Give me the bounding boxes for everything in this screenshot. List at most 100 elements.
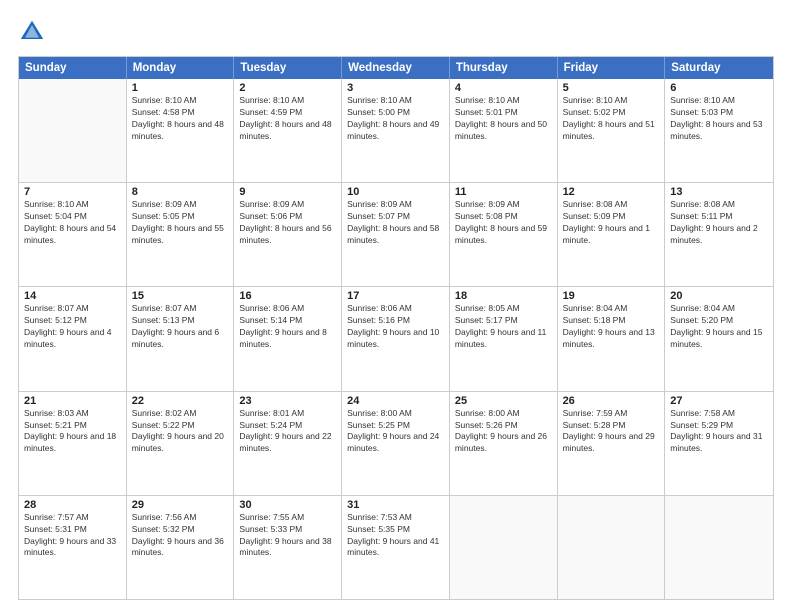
calendar-cell: 5Sunrise: 8:10 AM Sunset: 5:02 PM Daylig… bbox=[558, 79, 666, 182]
day-info: Sunrise: 7:57 AM Sunset: 5:31 PM Dayligh… bbox=[24, 512, 121, 560]
day-info: Sunrise: 7:56 AM Sunset: 5:32 PM Dayligh… bbox=[132, 512, 229, 560]
day-info: Sunrise: 7:55 AM Sunset: 5:33 PM Dayligh… bbox=[239, 512, 336, 560]
day-number: 21 bbox=[24, 395, 121, 407]
day-info: Sunrise: 8:06 AM Sunset: 5:16 PM Dayligh… bbox=[347, 303, 444, 351]
day-number: 18 bbox=[455, 290, 552, 302]
calendar-cell: 26Sunrise: 7:59 AM Sunset: 5:28 PM Dayli… bbox=[558, 392, 666, 495]
calendar-cell: 17Sunrise: 8:06 AM Sunset: 5:16 PM Dayli… bbox=[342, 287, 450, 390]
logo bbox=[18, 18, 50, 46]
calendar-cell: 20Sunrise: 8:04 AM Sunset: 5:20 PM Dayli… bbox=[665, 287, 773, 390]
day-number: 31 bbox=[347, 499, 444, 511]
calendar-cell: 8Sunrise: 8:09 AM Sunset: 5:05 PM Daylig… bbox=[127, 183, 235, 286]
day-number: 16 bbox=[239, 290, 336, 302]
weekday-header: Monday bbox=[127, 57, 235, 79]
calendar-cell: 24Sunrise: 8:00 AM Sunset: 5:25 PM Dayli… bbox=[342, 392, 450, 495]
day-info: Sunrise: 8:03 AM Sunset: 5:21 PM Dayligh… bbox=[24, 408, 121, 456]
day-number: 17 bbox=[347, 290, 444, 302]
day-info: Sunrise: 8:10 AM Sunset: 5:04 PM Dayligh… bbox=[24, 199, 121, 247]
calendar-cell: 21Sunrise: 8:03 AM Sunset: 5:21 PM Dayli… bbox=[19, 392, 127, 495]
calendar-cell: 12Sunrise: 8:08 AM Sunset: 5:09 PM Dayli… bbox=[558, 183, 666, 286]
calendar-cell: 2Sunrise: 8:10 AM Sunset: 4:59 PM Daylig… bbox=[234, 79, 342, 182]
day-info: Sunrise: 8:09 AM Sunset: 5:08 PM Dayligh… bbox=[455, 199, 552, 247]
day-number: 28 bbox=[24, 499, 121, 511]
calendar-cell: 16Sunrise: 8:06 AM Sunset: 5:14 PM Dayli… bbox=[234, 287, 342, 390]
day-number: 29 bbox=[132, 499, 229, 511]
calendar-cell: 14Sunrise: 8:07 AM Sunset: 5:12 PM Dayli… bbox=[19, 287, 127, 390]
day-info: Sunrise: 8:04 AM Sunset: 5:18 PM Dayligh… bbox=[563, 303, 660, 351]
weekday-header: Thursday bbox=[450, 57, 558, 79]
calendar-cell: 1Sunrise: 8:10 AM Sunset: 4:58 PM Daylig… bbox=[127, 79, 235, 182]
calendar-header: SundayMondayTuesdayWednesdayThursdayFrid… bbox=[19, 57, 773, 79]
calendar-cell: 23Sunrise: 8:01 AM Sunset: 5:24 PM Dayli… bbox=[234, 392, 342, 495]
calendar-cell: 29Sunrise: 7:56 AM Sunset: 5:32 PM Dayli… bbox=[127, 496, 235, 599]
weekday-header: Sunday bbox=[19, 57, 127, 79]
day-number: 1 bbox=[132, 82, 229, 94]
calendar-cell: 30Sunrise: 7:55 AM Sunset: 5:33 PM Dayli… bbox=[234, 496, 342, 599]
day-number: 11 bbox=[455, 186, 552, 198]
header bbox=[18, 18, 774, 46]
calendar-cell bbox=[450, 496, 558, 599]
day-info: Sunrise: 8:00 AM Sunset: 5:25 PM Dayligh… bbox=[347, 408, 444, 456]
day-info: Sunrise: 8:10 AM Sunset: 5:00 PM Dayligh… bbox=[347, 95, 444, 143]
logo-icon bbox=[18, 18, 46, 46]
weekday-header: Saturday bbox=[665, 57, 773, 79]
calendar-cell: 9Sunrise: 8:09 AM Sunset: 5:06 PM Daylig… bbox=[234, 183, 342, 286]
calendar-cell: 3Sunrise: 8:10 AM Sunset: 5:00 PM Daylig… bbox=[342, 79, 450, 182]
day-info: Sunrise: 7:59 AM Sunset: 5:28 PM Dayligh… bbox=[563, 408, 660, 456]
day-info: Sunrise: 8:04 AM Sunset: 5:20 PM Dayligh… bbox=[670, 303, 768, 351]
day-number: 13 bbox=[670, 186, 768, 198]
calendar-cell bbox=[665, 496, 773, 599]
day-number: 20 bbox=[670, 290, 768, 302]
day-info: Sunrise: 8:01 AM Sunset: 5:24 PM Dayligh… bbox=[239, 408, 336, 456]
calendar-cell: 25Sunrise: 8:00 AM Sunset: 5:26 PM Dayli… bbox=[450, 392, 558, 495]
day-info: Sunrise: 8:08 AM Sunset: 5:11 PM Dayligh… bbox=[670, 199, 768, 247]
day-info: Sunrise: 8:07 AM Sunset: 5:12 PM Dayligh… bbox=[24, 303, 121, 351]
day-number: 15 bbox=[132, 290, 229, 302]
day-info: Sunrise: 8:10 AM Sunset: 5:03 PM Dayligh… bbox=[670, 95, 768, 143]
calendar-cell: 15Sunrise: 8:07 AM Sunset: 5:13 PM Dayli… bbox=[127, 287, 235, 390]
day-info: Sunrise: 7:53 AM Sunset: 5:35 PM Dayligh… bbox=[347, 512, 444, 560]
day-info: Sunrise: 8:09 AM Sunset: 5:06 PM Dayligh… bbox=[239, 199, 336, 247]
weekday-header: Tuesday bbox=[234, 57, 342, 79]
day-number: 3 bbox=[347, 82, 444, 94]
calendar-cell: 7Sunrise: 8:10 AM Sunset: 5:04 PM Daylig… bbox=[19, 183, 127, 286]
day-info: Sunrise: 8:10 AM Sunset: 5:02 PM Dayligh… bbox=[563, 95, 660, 143]
day-info: Sunrise: 8:08 AM Sunset: 5:09 PM Dayligh… bbox=[563, 199, 660, 247]
day-info: Sunrise: 8:05 AM Sunset: 5:17 PM Dayligh… bbox=[455, 303, 552, 351]
day-number: 25 bbox=[455, 395, 552, 407]
day-number: 27 bbox=[670, 395, 768, 407]
calendar-row: 21Sunrise: 8:03 AM Sunset: 5:21 PM Dayli… bbox=[19, 391, 773, 495]
calendar-row: 14Sunrise: 8:07 AM Sunset: 5:12 PM Dayli… bbox=[19, 286, 773, 390]
calendar: SundayMondayTuesdayWednesdayThursdayFrid… bbox=[18, 56, 774, 600]
calendar-cell: 13Sunrise: 8:08 AM Sunset: 5:11 PM Dayli… bbox=[665, 183, 773, 286]
day-number: 24 bbox=[347, 395, 444, 407]
calendar-row: 28Sunrise: 7:57 AM Sunset: 5:31 PM Dayli… bbox=[19, 495, 773, 599]
day-info: Sunrise: 8:10 AM Sunset: 4:58 PM Dayligh… bbox=[132, 95, 229, 143]
page: SundayMondayTuesdayWednesdayThursdayFrid… bbox=[0, 0, 792, 612]
day-number: 7 bbox=[24, 186, 121, 198]
calendar-cell: 28Sunrise: 7:57 AM Sunset: 5:31 PM Dayli… bbox=[19, 496, 127, 599]
calendar-row: 1Sunrise: 8:10 AM Sunset: 4:58 PM Daylig… bbox=[19, 79, 773, 182]
day-number: 26 bbox=[563, 395, 660, 407]
day-info: Sunrise: 8:10 AM Sunset: 4:59 PM Dayligh… bbox=[239, 95, 336, 143]
calendar-cell: 18Sunrise: 8:05 AM Sunset: 5:17 PM Dayli… bbox=[450, 287, 558, 390]
weekday-header: Friday bbox=[558, 57, 666, 79]
day-info: Sunrise: 8:10 AM Sunset: 5:01 PM Dayligh… bbox=[455, 95, 552, 143]
calendar-cell bbox=[558, 496, 666, 599]
day-info: Sunrise: 8:06 AM Sunset: 5:14 PM Dayligh… bbox=[239, 303, 336, 351]
calendar-cell: 6Sunrise: 8:10 AM Sunset: 5:03 PM Daylig… bbox=[665, 79, 773, 182]
calendar-cell: 11Sunrise: 8:09 AM Sunset: 5:08 PM Dayli… bbox=[450, 183, 558, 286]
calendar-cell: 19Sunrise: 8:04 AM Sunset: 5:18 PM Dayli… bbox=[558, 287, 666, 390]
calendar-cell: 27Sunrise: 7:58 AM Sunset: 5:29 PM Dayli… bbox=[665, 392, 773, 495]
day-number: 14 bbox=[24, 290, 121, 302]
calendar-cell: 22Sunrise: 8:02 AM Sunset: 5:22 PM Dayli… bbox=[127, 392, 235, 495]
day-number: 12 bbox=[563, 186, 660, 198]
calendar-cell bbox=[19, 79, 127, 182]
day-number: 19 bbox=[563, 290, 660, 302]
day-number: 6 bbox=[670, 82, 768, 94]
day-number: 10 bbox=[347, 186, 444, 198]
day-number: 8 bbox=[132, 186, 229, 198]
day-number: 2 bbox=[239, 82, 336, 94]
day-info: Sunrise: 8:02 AM Sunset: 5:22 PM Dayligh… bbox=[132, 408, 229, 456]
day-number: 9 bbox=[239, 186, 336, 198]
